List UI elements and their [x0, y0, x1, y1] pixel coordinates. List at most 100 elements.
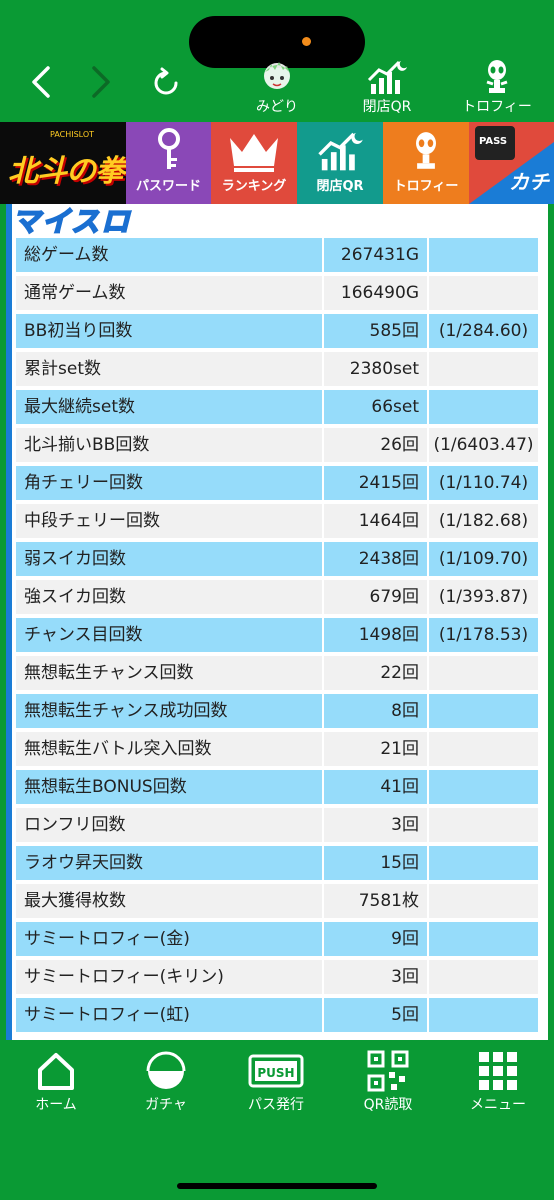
stat-value-cell: 2380set	[324, 352, 427, 386]
reload-icon	[154, 67, 178, 95]
stat-value-cell: 26回	[324, 428, 427, 462]
stat-ratio-cell: (1/284.60)	[429, 314, 538, 348]
stat-label-cell: 弱スイカ回数	[16, 542, 322, 576]
stat-value-cell: 8回	[324, 694, 427, 728]
stat-value-cell: 1498回	[324, 618, 427, 652]
stat-value-cell: 2438回	[324, 542, 427, 576]
stat-label-cell: サミートロフィー(金)	[16, 922, 322, 956]
bottom-nav-pass[interactable]: PUSH パス発行	[226, 1050, 326, 1114]
stat-value-cell: 2415回	[324, 466, 427, 500]
logo-sub-text: PACHISLOT	[50, 130, 95, 139]
stat-label-cell: 無想転生BONUS回数	[16, 770, 322, 804]
stat-ratio-cell: (1/182.68)	[429, 504, 538, 538]
bottom-nav-label: パス発行	[248, 1097, 304, 1113]
forward-button[interactable]	[90, 62, 114, 109]
content-frame: マイスロ 総ゲーム数 267431G 通常ゲーム数 166490G BB初当り回数 585…	[6, 204, 548, 1040]
stat-ratio-cell: (1/109.70)	[429, 542, 538, 576]
bottom-nav-label: QR読取	[363, 1097, 413, 1113]
menu-pass-kachi[interactable]: PASS カチ	[469, 122, 554, 204]
table-row: 通常ゲーム数 166490G	[16, 276, 546, 310]
grid-menu-icon	[479, 1052, 517, 1090]
stat-value-cell: 9回	[324, 922, 427, 956]
table-row: サミートロフィー(キリン) 3回	[16, 960, 546, 994]
table-row: 総ゲーム数 267431G	[16, 238, 546, 272]
menu-trophy[interactable]: トロフィー	[383, 122, 469, 204]
back-button[interactable]	[28, 62, 52, 109]
bottom-nav-gacha[interactable]: ガチャ	[116, 1050, 216, 1114]
menu-label: パスワード	[135, 179, 201, 194]
stat-value-cell: 3回	[324, 808, 427, 842]
topnav-midori[interactable]: みどり	[232, 58, 322, 116]
chevron-right-icon	[92, 66, 110, 98]
table-row: 無想転生チャンス回数 22回	[16, 656, 546, 690]
stat-ratio-cell	[429, 238, 538, 272]
stat-ratio-cell	[429, 998, 538, 1032]
stat-value-cell: 679回	[324, 580, 427, 614]
table-row: サミートロフィー(金) 9回	[16, 922, 546, 956]
logo-text: 北斗の拳	[8, 154, 125, 189]
reload-button[interactable]	[150, 66, 182, 106]
chevron-left-icon	[32, 66, 50, 98]
stat-ratio-cell	[429, 884, 538, 918]
stat-value-cell: 585回	[324, 314, 427, 348]
menu-label: 閉店QR	[316, 179, 364, 194]
stat-ratio-cell: (1/6403.47)	[429, 428, 538, 462]
bottom-nav-home[interactable]: ホーム	[6, 1050, 106, 1114]
stat-label-cell: 強スイカ回数	[16, 580, 322, 614]
hokuto-logo[interactable]: PACHISLOT 北斗の拳	[0, 122, 126, 204]
table-row: 最大継続set数 66set	[16, 390, 546, 424]
stat-label-cell: サミートロフィー(キリン)	[16, 960, 322, 994]
stat-label-cell: 無想転生バトル突入回数	[16, 732, 322, 766]
stat-label-cell: 角チェリー回数	[16, 466, 322, 500]
menu-closing-qr[interactable]: 閉店QR	[297, 122, 383, 204]
stat-ratio-cell	[429, 922, 538, 956]
stat-value-cell: 3回	[324, 960, 427, 994]
stat-value-cell: 15回	[324, 846, 427, 880]
stat-label-cell: 無想転生チャンス成功回数	[16, 694, 322, 728]
qr-icon	[367, 1050, 409, 1092]
topnav-closing-qr[interactable]: 閉店QR	[342, 58, 432, 116]
stat-value-cell: 22回	[324, 656, 427, 690]
home-icon	[38, 1053, 74, 1090]
stat-ratio-cell: (1/393.87)	[429, 580, 538, 614]
topnav-label: 閉店QR	[362, 99, 412, 115]
menu-password[interactable]: パスワード	[126, 122, 211, 204]
stat-ratio-cell: (1/178.53)	[429, 618, 538, 652]
camera-indicator	[302, 37, 311, 46]
table-row: チャンス目回数 1498回 (1/178.53)	[16, 618, 546, 652]
stat-value-cell: 7581枚	[324, 884, 427, 918]
table-row: 無想転生バトル突入回数 21回	[16, 732, 546, 766]
stat-label-cell: ロンフリ回数	[16, 808, 322, 842]
game-menu-strip: PACHISLOT 北斗の拳 パスワード ランキング 閉店QR トロフィー PA…	[0, 122, 554, 204]
kachi-label: カチ	[509, 170, 549, 194]
stat-label-cell: 通常ゲーム数	[16, 276, 322, 310]
table-row: ロンフリ回数 3回	[16, 808, 546, 842]
bottom-nav-label: メニュー	[470, 1097, 526, 1113]
stat-ratio-cell	[429, 808, 538, 842]
table-row: ラオウ昇天回数 15回	[16, 846, 546, 880]
table-row: 角チェリー回数 2415回 (1/110.74)	[16, 466, 546, 500]
home-indicator[interactable]	[177, 1183, 377, 1189]
stat-label-cell: 北斗揃いBB回数	[16, 428, 322, 462]
menu-ranking[interactable]: ランキング	[211, 122, 297, 204]
chart-moon-icon	[367, 60, 407, 94]
menu-label: トロフィー	[393, 179, 459, 194]
stat-ratio-cell	[429, 390, 538, 424]
topnav-label: トロフィー	[462, 99, 532, 115]
stat-label-cell: サミートロフィー(虹)	[16, 998, 322, 1032]
trophy-alien-icon	[486, 60, 508, 93]
table-row: 無想転生チャンス成功回数 8回	[16, 694, 546, 728]
stat-value-cell: 21回	[324, 732, 427, 766]
table-row: 弱スイカ回数 2438回 (1/109.70)	[16, 542, 546, 576]
stat-label-cell: 総ゲーム数	[16, 238, 322, 272]
bottom-nav-menu[interactable]: メニュー	[448, 1050, 548, 1114]
pass-label: PASS	[479, 136, 508, 147]
stat-ratio-cell: (1/110.74)	[429, 466, 538, 500]
stat-label-cell: ラオウ昇天回数	[16, 846, 322, 880]
bottom-nav-qr[interactable]: QR読取	[338, 1050, 438, 1114]
stat-ratio-cell	[429, 656, 538, 690]
topnav-trophy[interactable]: トロフィー	[452, 58, 542, 116]
top-bar: みどり 閉店QR トロフィー	[0, 0, 554, 122]
stat-ratio-cell	[429, 960, 538, 994]
table-row: サミートロフィー(虹) 5回	[16, 998, 546, 1032]
